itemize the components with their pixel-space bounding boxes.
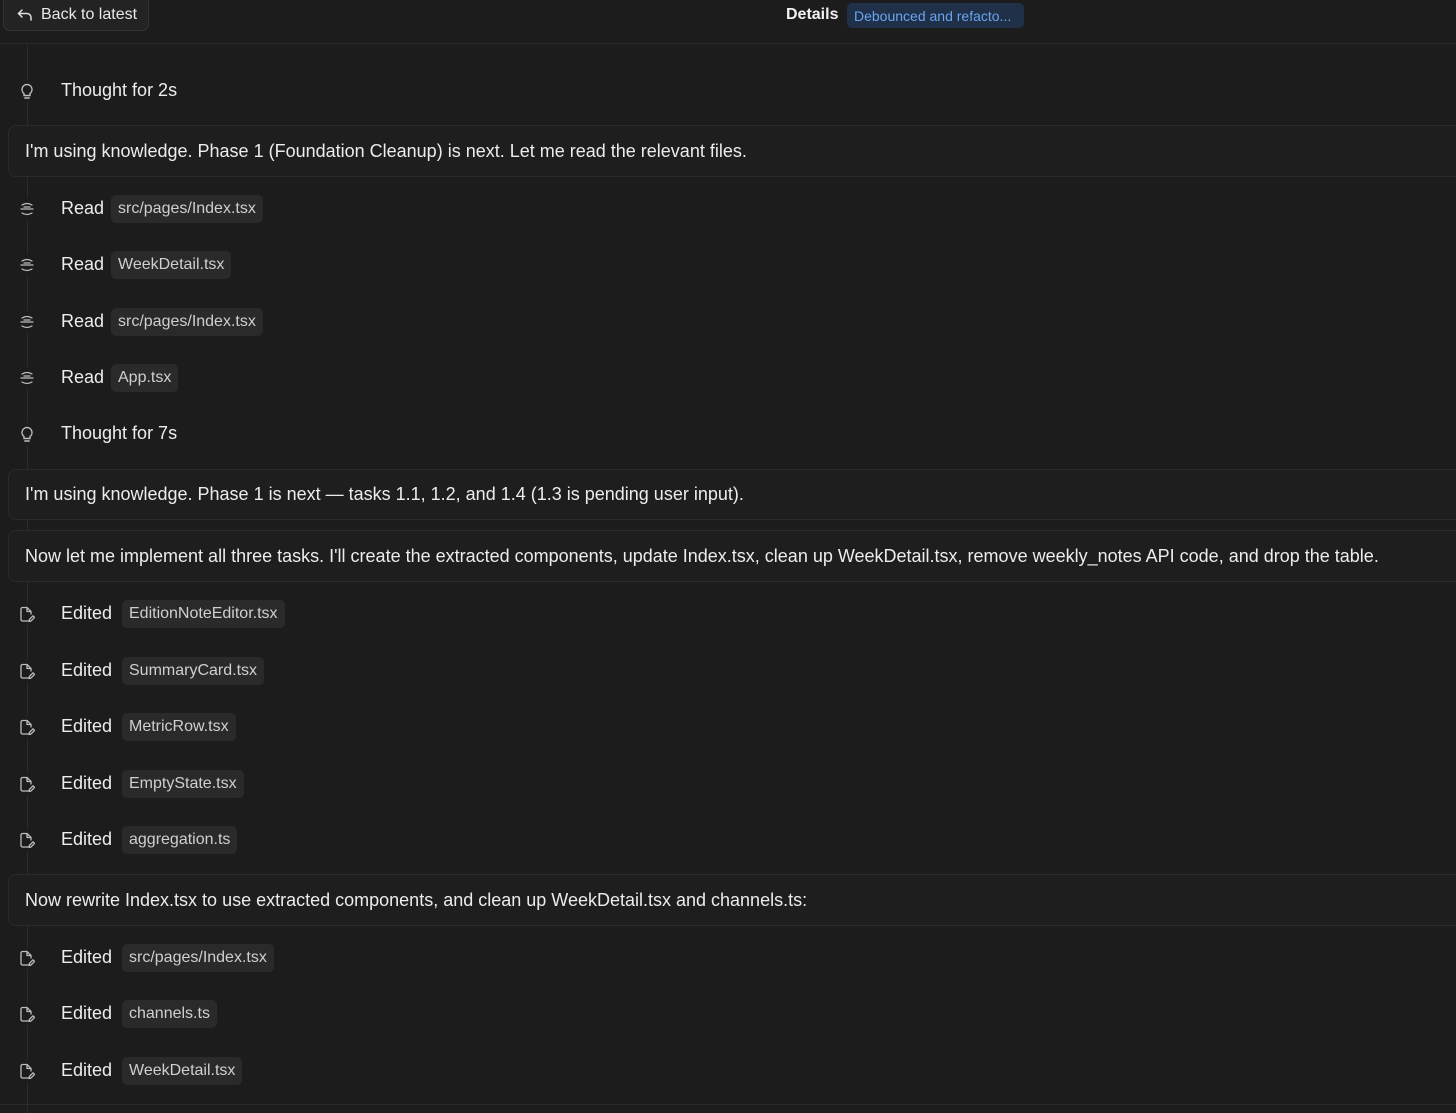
timeline-step-edit[interactable]: Edited MetricRow.tsx [0, 707, 1456, 747]
top-bar: Back to latest Details Debounced and ref… [0, 0, 1456, 44]
timeline-step-edit[interactable]: Edited src/pages/Index.tsx [0, 938, 1456, 978]
version-badge[interactable]: Debounced and refacto... [847, 3, 1024, 28]
step-label: Thought for 2s [61, 80, 178, 100]
edit-file-icon [16, 1060, 38, 1082]
edit-file-icon [16, 829, 38, 851]
edit-file-icon [16, 773, 38, 795]
edit-file-icon [16, 1003, 38, 1025]
assistant-message: Now let me implement all three tasks. I'… [8, 530, 1456, 582]
divider [0, 1104, 1456, 1105]
assistant-message: I'm using knowledge. Phase 1 is next — t… [8, 469, 1456, 520]
timeline-step-edit[interactable]: Edited channels.ts [0, 994, 1456, 1034]
timeline-step-edit[interactable]: Edited WeekDetail.tsx [0, 1051, 1456, 1091]
file-chip[interactable]: WeekDetail.tsx [111, 251, 232, 279]
step-label: Edited [61, 1060, 113, 1080]
timeline-step-edit[interactable]: Edited aggregation.ts [0, 820, 1456, 860]
timeline-step-read[interactable]: Read src/pages/Index.tsx [0, 302, 1456, 342]
timeline-step-edit[interactable]: Edited EditionNoteEditor.tsx [0, 594, 1456, 634]
step-label: Thought for 7s [61, 423, 178, 443]
step-label: Edited [61, 773, 113, 793]
back-to-latest-button[interactable]: Back to latest [3, 0, 149, 31]
file-chip[interactable]: App.tsx [111, 364, 179, 392]
file-chip[interactable]: WeekDetail.tsx [122, 1057, 243, 1085]
read-file-icon [16, 254, 38, 276]
file-chip[interactable]: MetricRow.tsx [122, 713, 236, 741]
read-file-icon [16, 311, 38, 333]
edit-file-icon [16, 947, 38, 969]
timeline-step-read[interactable]: Read App.tsx [0, 358, 1456, 398]
message-text: I'm using knowledge. Phase 1 is next — t… [25, 484, 744, 504]
step-label: Read [61, 367, 105, 387]
timeline-step-edit[interactable]: Edited EmptyState.tsx [0, 764, 1456, 804]
timeline-step-thought[interactable]: Thought for 2s [0, 71, 1456, 111]
message-text: I'm using knowledge. Phase 1 (Foundation… [25, 140, 747, 161]
step-label: Edited [61, 603, 113, 623]
file-chip[interactable]: channels.ts [122, 1000, 217, 1028]
timeline-step-thought[interactable]: Thought for 7s [0, 414, 1456, 454]
back-to-latest-label: Back to latest [41, 6, 138, 23]
step-label: Read [61, 254, 105, 274]
step-label: Edited [61, 660, 113, 680]
edit-file-icon [16, 660, 38, 682]
file-chip[interactable]: EditionNoteEditor.tsx [122, 600, 285, 628]
edit-file-icon [16, 716, 38, 738]
file-chip[interactable]: SummaryCard.tsx [122, 657, 265, 685]
edit-file-icon [16, 603, 38, 625]
step-label: Edited [61, 829, 113, 849]
step-label: Read [61, 311, 105, 331]
assistant-message: I'm using knowledge. Phase 1 (Foundation… [8, 125, 1456, 177]
timeline-step-read[interactable]: Read WeekDetail.tsx [0, 245, 1456, 285]
read-file-icon [16, 198, 38, 220]
file-chip[interactable]: aggregation.ts [122, 826, 238, 854]
timeline-step-edit[interactable]: Edited SummaryCard.tsx [0, 651, 1456, 691]
read-file-icon [16, 367, 38, 389]
step-label: Edited [61, 947, 113, 967]
details-label: Details [786, 6, 839, 23]
file-chip[interactable]: src/pages/Index.tsx [122, 944, 274, 972]
lightbulb-icon [16, 80, 38, 102]
file-chip[interactable]: EmptyState.tsx [122, 770, 244, 798]
file-chip[interactable]: src/pages/Index.tsx [111, 195, 263, 223]
message-text: Now rewrite Index.tsx to use extracted c… [25, 889, 808, 910]
step-label: Read [61, 198, 105, 218]
lightbulb-icon [16, 423, 38, 445]
file-chip[interactable]: src/pages/Index.tsx [111, 308, 263, 336]
message-text: Now let me implement all three tasks. I'… [25, 545, 1379, 566]
assistant-message: Now rewrite Index.tsx to use extracted c… [8, 874, 1456, 926]
step-label: Edited [61, 1003, 113, 1023]
back-arrow-icon [17, 8, 33, 22]
timeline-step-read[interactable]: Read src/pages/Index.tsx [0, 189, 1456, 229]
step-label: Edited [61, 716, 113, 736]
